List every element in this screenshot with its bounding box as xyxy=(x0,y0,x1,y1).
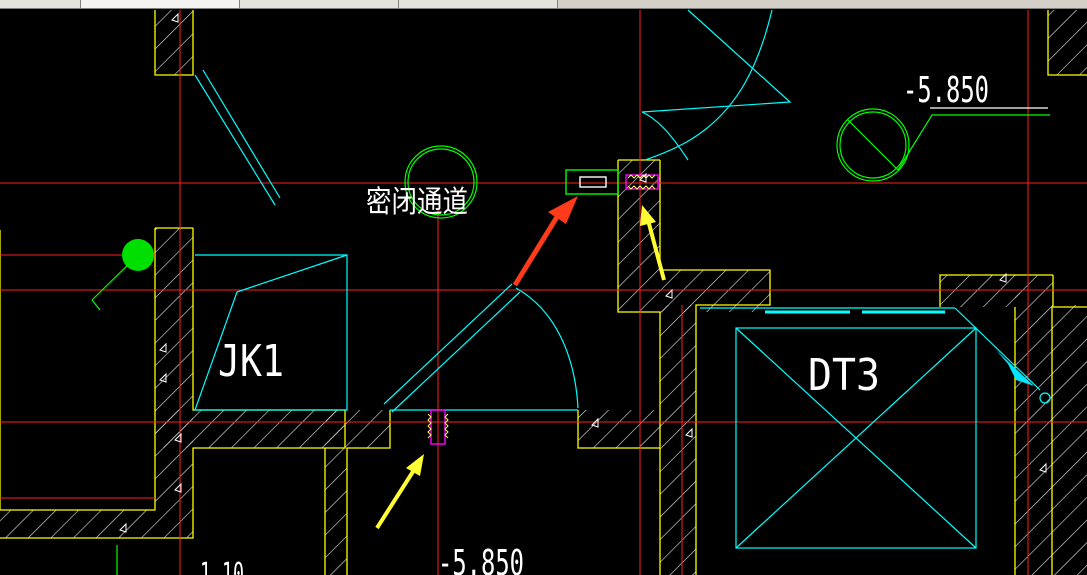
drawing-tab-4[interactable] xyxy=(399,0,558,8)
drawing-tab-2[interactable] xyxy=(81,0,240,8)
cad-drawing-canvas[interactable]: JK1 DT3 密闭通道 -5.850 -5.850 1.10 xyxy=(0,8,1087,575)
door-swings xyxy=(194,9,792,413)
drawing-tab-3[interactable] xyxy=(240,0,399,8)
elevation-top: -5.850 xyxy=(903,70,989,111)
label-dt3: DT3 xyxy=(808,350,880,401)
dimension-bottom: 1.10 xyxy=(200,557,244,575)
green-marker-dot[interactable] xyxy=(122,239,154,271)
elevator-dt3 xyxy=(700,307,1051,549)
arrow-yellow-bottom xyxy=(375,454,424,530)
drawing-tab-1[interactable] xyxy=(0,0,81,8)
elevation-bottom: -5.850 xyxy=(438,543,524,575)
label-jk1: JK1 xyxy=(218,336,284,387)
arrow-red xyxy=(512,196,578,287)
label-passage: 密闭通道 xyxy=(366,185,468,220)
